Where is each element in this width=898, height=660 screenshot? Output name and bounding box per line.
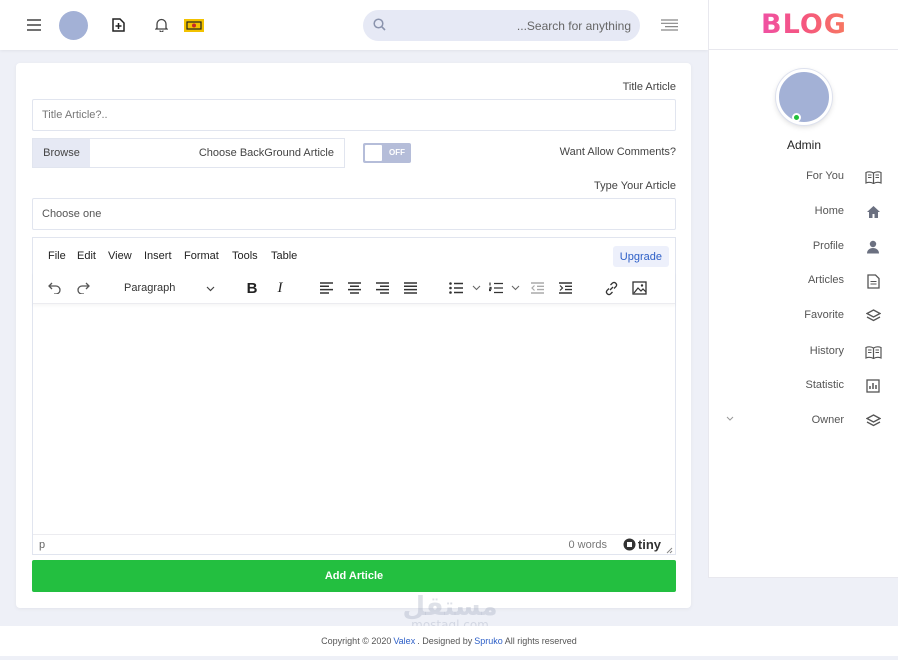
- align-center-icon[interactable]: [344, 278, 364, 298]
- menu-format[interactable]: Format: [184, 250, 219, 262]
- sidebar-item-label: Home: [814, 205, 844, 217]
- sidebar-item-owner[interactable]: Owner: [708, 409, 898, 433]
- book-open-icon: [864, 168, 882, 186]
- document-icon: [864, 272, 882, 290]
- layers-icon: [864, 307, 882, 325]
- type-label: Type Your Article: [594, 180, 676, 192]
- redo-icon[interactable]: [73, 278, 93, 298]
- outdent-icon[interactable]: [527, 278, 547, 298]
- block-format-select[interactable]: Paragraph: [117, 277, 221, 299]
- add-article-button[interactable]: Add Article: [32, 560, 676, 592]
- bar-chart-icon: [864, 377, 882, 395]
- comments-toggle[interactable]: OFF: [363, 143, 411, 163]
- home-icon: [864, 203, 882, 221]
- top-header: [0, 0, 708, 50]
- indent-icon[interactable]: [555, 278, 575, 298]
- upgrade-button[interactable]: Upgrade: [612, 246, 669, 267]
- bell-icon[interactable]: [150, 14, 172, 36]
- footer-rights: All rights reserved: [504, 636, 577, 646]
- editor-menubar: File Edit View Insert Format Tools Table…: [33, 238, 675, 272]
- type-select-value: Choose one: [42, 208, 102, 220]
- menu-tools[interactable]: Tools: [232, 250, 258, 262]
- online-status-dot: [792, 113, 801, 122]
- search-input[interactable]: [395, 10, 631, 41]
- editor-statusbar: p 0 words tiny: [33, 534, 675, 554]
- sidebar-item-label: For You: [806, 170, 844, 182]
- tiny-label: tiny: [637, 537, 661, 552]
- browse-button[interactable]: Browse: [33, 139, 90, 167]
- sidebar-item-label: Profile: [812, 240, 844, 252]
- user-icon: [864, 238, 882, 256]
- background-file-picker[interactable]: Browse Choose BackGround Article: [32, 138, 345, 168]
- book-open-icon: [864, 343, 882, 361]
- resize-handle-icon[interactable]: [666, 543, 673, 557]
- footer-link-valex[interactable]: Valex: [393, 636, 415, 646]
- footer: Copyright © 2020 Valex . Designed by Spr…: [0, 626, 898, 656]
- sidebar: BLOG Admin For You Home Profile Articles…: [708, 0, 898, 578]
- sidebar-item-label: Articles: [807, 274, 844, 286]
- chevron-down-icon[interactable]: [726, 413, 734, 424]
- rich-text-editor: File Edit View Insert Format Tools Table…: [32, 237, 676, 555]
- sidebar-item-profile[interactable]: Profile: [708, 235, 898, 259]
- footer-link-spruko[interactable]: Spruko: [474, 636, 503, 646]
- undo-icon[interactable]: [45, 278, 65, 298]
- search-bar: [363, 10, 640, 41]
- layers-icon: [864, 412, 882, 430]
- word-count[interactable]: 0 words: [568, 539, 607, 551]
- sidebar-item-label: Statistic: [805, 379, 844, 391]
- image-icon[interactable]: [629, 278, 649, 298]
- sidebar-item-for-you[interactable]: For You: [708, 165, 898, 189]
- footer-designed-by: . Designed by: [417, 636, 473, 646]
- block-format-value: Paragraph: [124, 282, 176, 294]
- toggle-state: OFF: [389, 148, 405, 157]
- italic-icon[interactable]: I: [270, 278, 290, 298]
- footer-copyright: Copyright © 2020: [321, 636, 392, 646]
- sidebar-item-statistic[interactable]: Statistic: [708, 374, 898, 398]
- logo: BLOG: [709, 0, 898, 50]
- numbered-list-icon[interactable]: [486, 278, 506, 298]
- search-icon: [373, 18, 386, 34]
- menu-table[interactable]: Table: [271, 250, 297, 262]
- article-form-card: Title Article Title Article?.. Browse Ch…: [16, 63, 691, 608]
- chevron-down-icon[interactable]: [505, 278, 525, 298]
- align-left-icon[interactable]: [316, 278, 336, 298]
- sidebar-item-label: History: [809, 345, 844, 357]
- type-select[interactable]: Choose one: [32, 198, 676, 230]
- editor-content-area[interactable]: [33, 305, 675, 533]
- sidebar-item-favorite[interactable]: Favorite: [708, 304, 898, 328]
- editor-toolbar: Paragraph B I: [33, 272, 675, 304]
- title-label: Title Article: [622, 81, 676, 93]
- align-right-icon[interactable]: [658, 14, 680, 36]
- user-name: Admin: [786, 138, 821, 152]
- tiny-logo-icon: [623, 538, 636, 551]
- align-justify-icon[interactable]: [400, 278, 420, 298]
- chevron-down-icon: [206, 283, 215, 295]
- menu-view[interactable]: View: [108, 250, 132, 262]
- tiny-brand-logo[interactable]: tiny: [623, 537, 661, 552]
- sidebar-item-label: Favorite: [804, 309, 844, 321]
- align-right-icon[interactable]: [372, 278, 392, 298]
- flag-icon[interactable]: [183, 14, 205, 36]
- background-label: Choose BackGround Article: [198, 147, 334, 159]
- link-icon[interactable]: [601, 278, 621, 298]
- bullet-list-icon[interactable]: [446, 278, 466, 298]
- profile-avatar[interactable]: [776, 69, 832, 125]
- toggle-knob: [365, 145, 382, 161]
- sidebar-item-articles[interactable]: Articles: [708, 269, 898, 293]
- sidebar-item-home[interactable]: Home: [708, 200, 898, 224]
- menu-edit[interactable]: Edit: [77, 250, 96, 262]
- menu-icon[interactable]: [23, 14, 45, 36]
- menu-insert[interactable]: Insert: [144, 250, 172, 262]
- avatar[interactable]: [59, 11, 88, 40]
- menu-file[interactable]: File: [48, 250, 66, 262]
- sidebar-item-label: Owner: [811, 414, 844, 426]
- chevron-down-icon[interactable]: [466, 278, 486, 298]
- title-input[interactable]: Title Article?..: [32, 99, 676, 131]
- bold-icon[interactable]: B: [242, 278, 262, 298]
- add-file-icon[interactable]: [107, 14, 129, 36]
- title-placeholder: Title Article?..: [42, 109, 108, 121]
- sidebar-item-history[interactable]: History: [708, 340, 898, 364]
- comments-label: Want Allow Comments?: [559, 146, 676, 158]
- element-path[interactable]: p: [39, 539, 45, 551]
